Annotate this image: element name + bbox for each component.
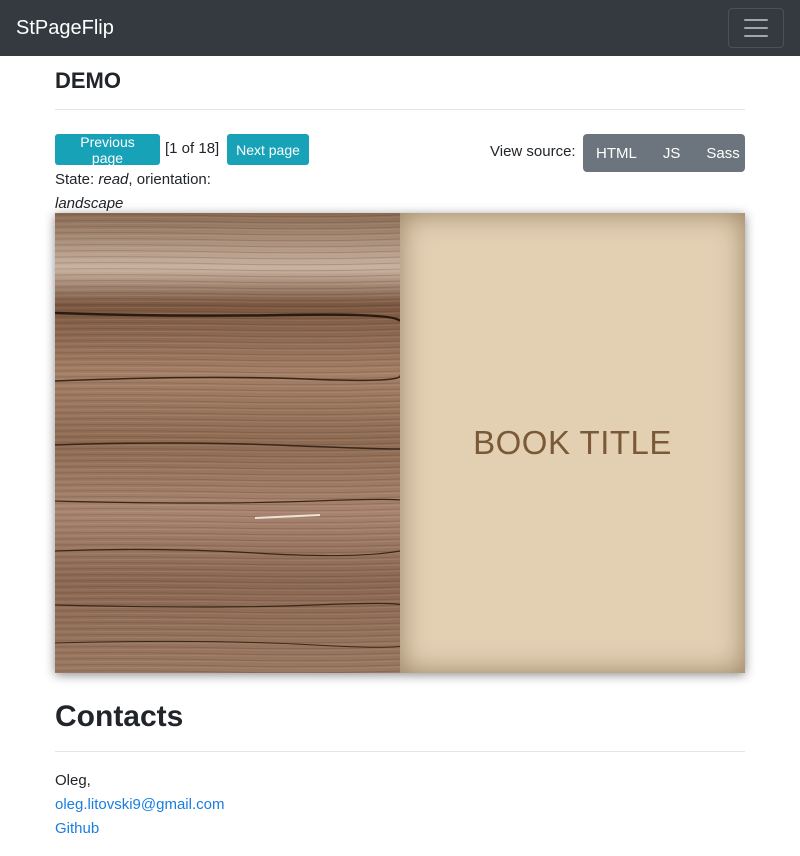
- hamburger-menu-icon: [744, 19, 768, 21]
- demo-heading: DEMO: [55, 68, 121, 93]
- next-page-button[interactable]: Next page: [227, 134, 309, 165]
- page-counter: [1 of 18]: [165, 140, 220, 157]
- previous-page-button[interactable]: Previous page: [55, 134, 160, 166]
- state-value: read: [98, 171, 129, 188]
- navbar-toggler-button[interactable]: [728, 8, 784, 48]
- orientation-value: landscape: [55, 195, 124, 212]
- book-title: BOOK TITLE: [473, 424, 672, 461]
- divider: [55, 109, 745, 110]
- source-js-button[interactable]: JS: [650, 134, 694, 172]
- contacts-heading: Contacts: [55, 700, 184, 733]
- orientation-label: , orientation:: [128, 171, 211, 188]
- book-cover-page[interactable]: BOOK TITLE: [400, 213, 745, 673]
- contact-name: Oleg,: [55, 772, 91, 789]
- divider: [55, 751, 745, 752]
- github-link[interactable]: Github: [55, 820, 99, 837]
- wood-texture-page[interactable]: [55, 213, 400, 673]
- state-label: State:: [55, 171, 99, 188]
- email-link[interactable]: oleg.litovski9@gmail.com: [55, 796, 224, 813]
- source-sass-button[interactable]: Sass: [693, 134, 752, 172]
- hamburger-menu-icon-bar: [744, 27, 768, 29]
- hamburger-menu-icon-bar: [744, 35, 768, 37]
- navbar: StPageFlip: [0, 0, 800, 56]
- view-source-button-group: HTML JS Sass: [583, 134, 745, 172]
- view-source-label: View source:: [490, 143, 576, 160]
- flip-book[interactable]: BOOK TITLE: [55, 213, 745, 673]
- source-html-button[interactable]: HTML: [583, 134, 650, 172]
- wood-texture-image: [55, 213, 400, 673]
- state-info: State: read, orientation: landscape: [55, 168, 255, 216]
- brand-link[interactable]: StPageFlip: [16, 18, 114, 38]
